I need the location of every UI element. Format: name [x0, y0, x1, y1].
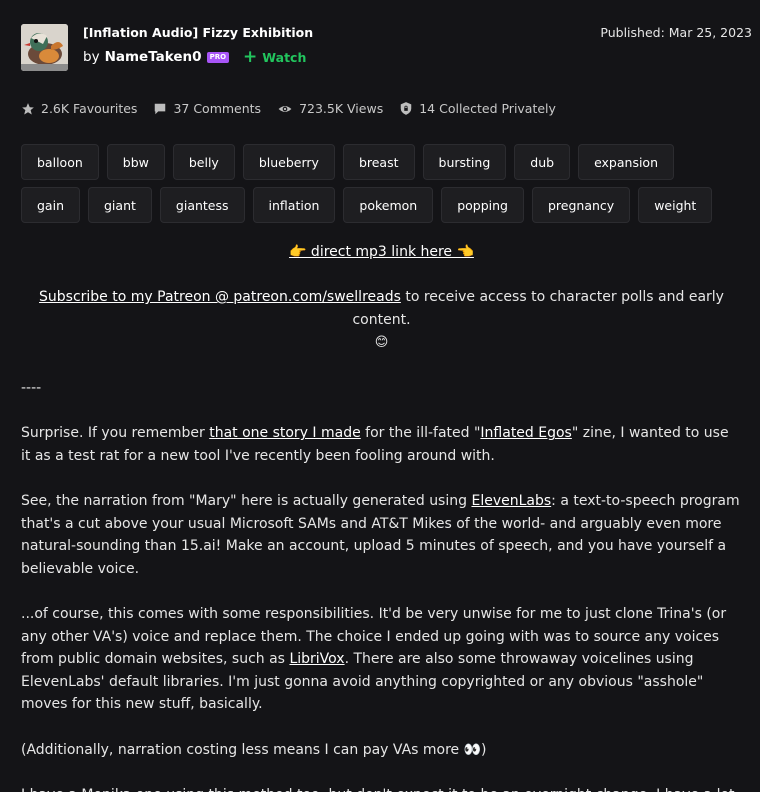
elevenlabs-link[interactable]: ElevenLabs [471, 493, 551, 509]
tag[interactable]: popping [441, 187, 524, 223]
collected-count: 14 Collected Privately [419, 101, 556, 116]
avatar[interactable] [21, 24, 68, 71]
views-count: 723.5K Views [299, 101, 384, 116]
tag[interactable]: pokemon [343, 187, 434, 223]
divider-text: ---- [21, 380, 42, 397]
paragraph-3: ...of course, this comes with some respo… [21, 603, 742, 716]
tag[interactable]: breast [342, 144, 415, 180]
tag[interactable]: bbw [106, 144, 165, 180]
tag[interactable]: giant [88, 187, 152, 223]
star-icon [22, 102, 34, 115]
patreon-paragraph: Subscribe to my Patreon @ patreon.com/sw… [21, 286, 742, 355]
eye-icon [278, 105, 292, 112]
patreon-link[interactable]: Subscribe to my Patreon @ patreon.com/sw… [39, 289, 401, 305]
patreon-text: to receive access to character polls and… [352, 289, 724, 328]
tag[interactable]: dub [514, 144, 571, 180]
librivox-link[interactable]: LibriVox [289, 651, 344, 667]
paragraph-4: (Additionally, narration costing less me… [21, 741, 487, 758]
stats-bar: 2.6K Favourites 37 Comments 723.5K Views… [21, 101, 572, 116]
tag[interactable]: giantess [159, 187, 245, 223]
views-stat: 723.5K Views [277, 101, 383, 116]
p1-text-b: for the ill-fated " [360, 425, 481, 442]
deviation-page: [Inflation Audio] Fizzy Exhibition by Na… [0, 0, 760, 792]
mp3-paragraph: 👉 direct mp3 link here 👈 [21, 241, 742, 264]
tag[interactable]: expansion [578, 144, 675, 180]
smile-emoji: 😊 [374, 335, 389, 351]
tag[interactable]: belly [172, 144, 235, 180]
deviation-header: [Inflation Audio] Fizzy Exhibition by Na… [21, 24, 752, 72]
plus-icon: + [243, 47, 258, 67]
story-link[interactable]: that one story I made [209, 425, 361, 441]
favourites-stat[interactable]: 2.6K Favourites [21, 101, 137, 116]
watch-label: Watch [262, 49, 307, 65]
tag[interactable]: inflation [252, 187, 336, 223]
tag[interactable]: gain [21, 187, 80, 223]
tag[interactable]: blueberry [242, 144, 335, 180]
deviation-title: [Inflation Audio] Fizzy Exhibition [83, 25, 314, 40]
paragraph-1: Surprise. If you remember that one story… [21, 422, 742, 467]
shield-lock-icon [400, 102, 412, 115]
p1-text-a: Surprise. If you remember [21, 425, 210, 442]
mandarin-duck-avatar-image [21, 24, 68, 71]
comment-icon [155, 103, 166, 114]
tag-list: balloon bbw belly blueberry breast burst… [21, 144, 721, 223]
by-label: by [83, 49, 100, 65]
paragraph-2: See, the narration from "Mary" here is a… [21, 490, 742, 580]
description: 👉 direct mp3 link here 👈 Subscribe to my… [21, 241, 742, 792]
watch-button[interactable]: + Watch [243, 47, 307, 67]
p2-text-a: See, the narration from "Mary" here is a… [21, 493, 472, 510]
published-date: Published: Mar 25, 2023 [600, 25, 752, 40]
comments-count: 37 Comments [173, 101, 262, 116]
mp3-link[interactable]: 👉 direct mp3 link here 👈 [289, 244, 474, 260]
comments-stat[interactable]: 37 Comments [153, 101, 261, 116]
inflated-egos-link[interactable]: Inflated Egos [480, 425, 571, 441]
favourites-count: 2.6K Favourites [41, 101, 138, 116]
tag[interactable]: pregnancy [531, 187, 631, 223]
tag[interactable]: balloon [21, 144, 99, 180]
byline: by NameTaken0 PRO + Watch [83, 47, 306, 67]
collected-stat: 14 Collected Privately [399, 101, 556, 116]
pro-badge: PRO [206, 51, 230, 63]
author-link[interactable]: NameTaken0 [105, 49, 202, 65]
paragraph-5: I have a Monika one using this method to… [21, 784, 742, 792]
tag[interactable]: bursting [422, 144, 507, 180]
tag[interactable]: weight [638, 187, 713, 223]
